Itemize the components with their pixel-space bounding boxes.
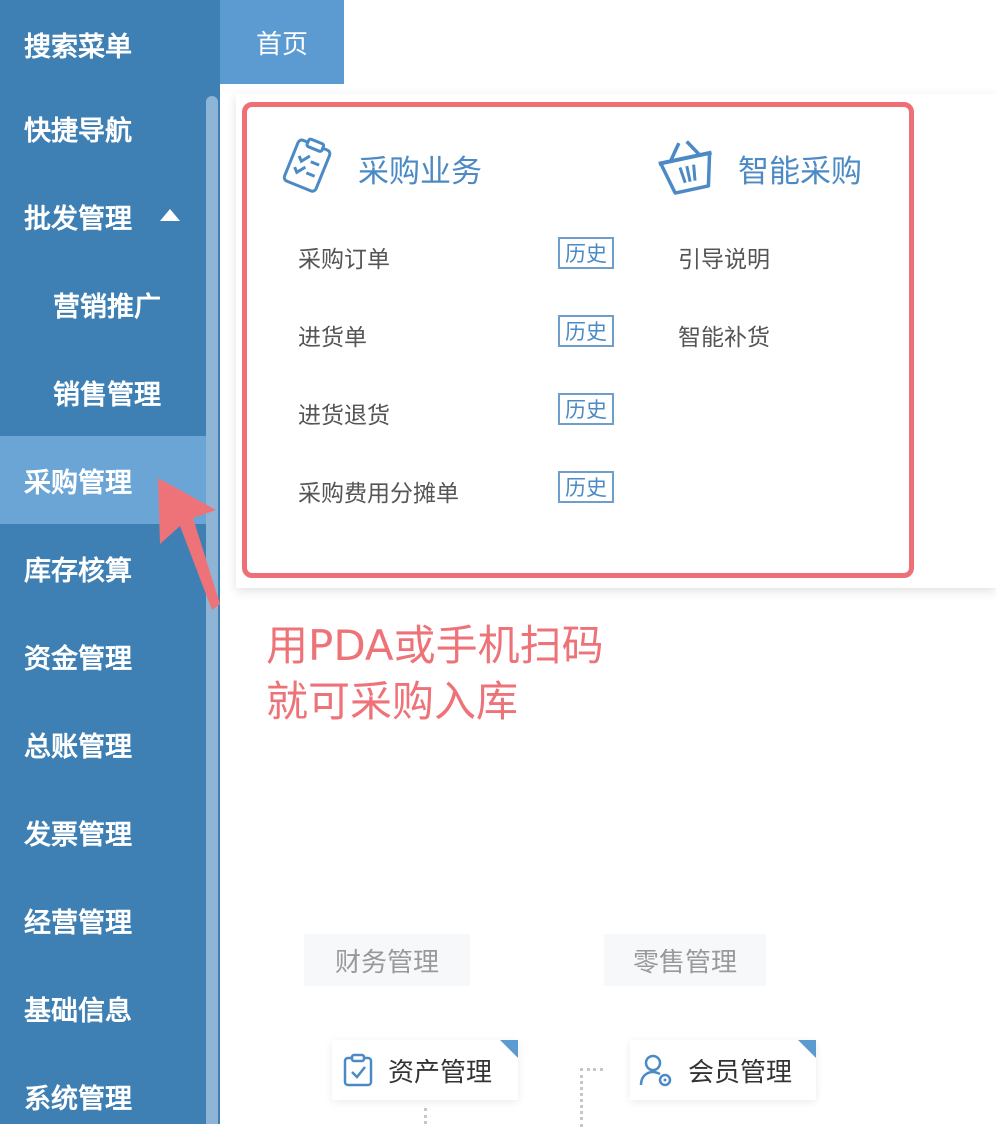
user-gear-icon <box>638 1052 674 1088</box>
sidebar-item-label: 批发管理 <box>24 203 132 235</box>
connector-line <box>580 1068 603 1127</box>
tab-finance-label: 财务管理 <box>334 947 439 978</box>
sidebar-item-ledger[interactable]: 总账管理 <box>0 700 206 788</box>
sidebar-item-invoice[interactable]: 发票管理 <box>0 788 206 876</box>
arrow-icon <box>158 478 220 610</box>
member-management-label: 会员管理 <box>688 1057 793 1088</box>
sidebar-item-label: 采购管理 <box>24 467 132 499</box>
annotation-text: 用PDA或手机扫码 就可采购入库 <box>266 618 786 730</box>
highlight-box <box>242 102 914 578</box>
sidebar-item-label: 基础信息 <box>24 995 132 1027</box>
sidebar-item-label: 库存核算 <box>24 555 132 587</box>
sidebar-item-wholesale[interactable]: 批发管理 <box>0 172 206 260</box>
asset-management-card[interactable]: 资产管理 <box>332 1040 518 1100</box>
tab-home-label: 首页 <box>255 29 308 60</box>
tab-retail-label: 零售管理 <box>632 947 737 978</box>
tab-finance[interactable]: 财务管理 <box>304 934 470 986</box>
sidebar-item-funds[interactable]: 资金管理 <box>0 612 206 700</box>
sidebar-item-system[interactable]: 系统管理 <box>0 1052 206 1140</box>
sidebar-item-operations[interactable]: 经营管理 <box>0 876 206 964</box>
annotation-line-1: 用PDA或手机扫码 <box>266 621 604 670</box>
corner-marker-icon <box>500 1040 518 1058</box>
sidebar-item-label: 销售管理 <box>53 379 161 411</box>
sidebar-item-search-menu[interactable]: 搜索菜单 <box>0 0 206 88</box>
sidebar-item-label: 系统管理 <box>24 1083 132 1115</box>
annotation-line-2: 就可采购入库 <box>266 677 519 726</box>
asset-management-label: 资产管理 <box>388 1057 493 1088</box>
sidebar-item-sales[interactable]: 销售管理 <box>0 348 206 436</box>
sidebar-item-label: 经营管理 <box>24 907 132 939</box>
sidebar-item-label: 总账管理 <box>24 731 132 763</box>
sidebar-item-label: 资金管理 <box>24 643 132 675</box>
tab-retail[interactable]: 零售管理 <box>604 934 766 986</box>
corner-marker-icon <box>798 1040 816 1058</box>
sidebar-item-label: 搜索菜单 <box>24 31 132 63</box>
sidebar-item-marketing[interactable]: 营销推广 <box>0 260 206 348</box>
sidebar-item-quick-nav[interactable]: 快捷导航 <box>0 84 206 172</box>
sidebar-item-basic-info[interactable]: 基础信息 <box>0 964 206 1052</box>
chevron-up-icon <box>160 209 180 221</box>
sidebar-item-label: 快捷导航 <box>24 115 132 147</box>
clipboard-check-icon <box>342 1053 374 1087</box>
sidebar-item-label: 发票管理 <box>24 819 132 851</box>
sidebar-item-label: 营销推广 <box>53 291 161 323</box>
tab-home[interactable]: 首页 <box>220 0 344 84</box>
connector-line <box>424 1108 427 1124</box>
member-management-card[interactable]: 会员管理 <box>630 1040 816 1100</box>
